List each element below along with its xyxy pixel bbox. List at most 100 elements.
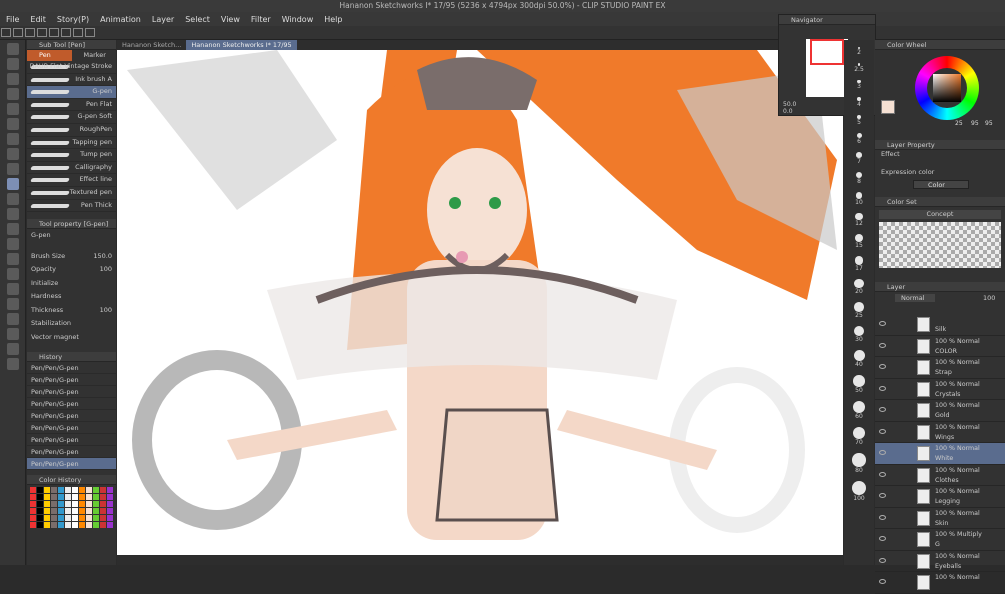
brush-size-option[interactable]: 20 [846,278,872,295]
color-swatch[interactable] [58,514,64,521]
zoom-value[interactable]: 50.0 [783,101,796,108]
property-row[interactable]: Opacity 100 [27,263,116,277]
tool-icon[interactable] [7,178,19,190]
tool-icon[interactable] [7,298,19,310]
color-swatch[interactable] [44,507,50,514]
blend-mode-select[interactable]: Normal [895,294,935,302]
transform-icon[interactable] [73,28,83,37]
history-item[interactable]: Pen/Pen/G-pen [27,398,116,410]
visibility-eye-icon[interactable] [879,385,886,391]
tab-document-2[interactable]: Hananon Sketchworks I* 17/95 [186,40,297,50]
menu-item-view[interactable]: View [221,15,240,24]
color-swatch[interactable] [100,507,106,514]
color-swatch[interactable] [44,500,50,507]
color-swatch[interactable] [72,507,78,514]
color-swatch[interactable] [86,521,92,528]
color-swatch[interactable] [79,493,85,500]
color-swatch[interactable] [86,514,92,521]
color-swatch[interactable] [72,486,78,493]
color-swatch[interactable] [93,493,99,500]
property-row[interactable]: Hardness [27,290,116,304]
color-swatch[interactable] [58,500,64,507]
color-swatch[interactable] [65,521,71,528]
color-set-select[interactable]: Concept [879,210,1001,219]
color-swatch[interactable] [72,514,78,521]
brush-item[interactable]: Pen Flat [27,99,116,112]
property-row[interactable]: Vector magnet [27,330,116,344]
brush-item[interactable]: Tump pen [27,149,116,162]
tool-icon[interactable] [7,133,19,145]
color-set-swatches[interactable] [879,222,1001,268]
opacity-value[interactable]: 100 [983,294,995,302]
property-row[interactable]: Thickness 100 [27,303,116,317]
tool-icon[interactable] [7,253,19,265]
color-swatch[interactable] [107,521,113,528]
layer-row[interactable]: 100 % Normal Gold [875,400,1005,422]
color-swatch[interactable] [100,521,106,528]
color-swatch[interactable] [65,514,71,521]
color-swatch[interactable] [44,514,50,521]
color-swatch[interactable] [93,521,99,528]
tool-icon[interactable] [7,148,19,160]
color-swatch[interactable] [65,486,71,493]
property-row[interactable]: Initialize [27,276,116,290]
color-swatch[interactable] [51,507,57,514]
menu-item-animation[interactable]: Animation [100,15,141,24]
brush-item[interactable]: Textured pen [27,187,116,200]
brush-item[interactable]: Effect line [27,174,116,187]
layer-row[interactable]: 100 % Normal Wings [875,422,1005,443]
color-swatch[interactable] [37,521,43,528]
tool-icon[interactable] [7,58,19,70]
tool-icon[interactable] [7,283,19,295]
color-swatch[interactable] [58,486,64,493]
brush-item[interactable]: Pen Thick [27,200,116,213]
canvas[interactable] [117,50,843,555]
color-swatch[interactable] [30,514,36,521]
history-item[interactable]: Pen/Pen/G-pen [27,386,116,398]
color-swatch[interactable] [58,521,64,528]
tool-icon[interactable] [7,193,19,205]
color-swatch[interactable] [58,493,64,500]
tool-icon[interactable] [7,313,19,325]
visibility-eye-icon[interactable] [879,493,886,498]
layer-row[interactable]: 100 % Normal Clothes [875,465,1005,486]
color-swatch[interactable] [65,493,71,500]
undo-icon[interactable] [37,28,47,37]
save-icon[interactable] [25,28,35,37]
color-wheel[interactable]: 25 95 95 [875,50,1005,128]
brush-size-option[interactable]: 3 [846,79,872,90]
brush-size-option[interactable]: 10 [846,191,872,206]
tool-icon[interactable] [7,88,19,100]
brush-size-option[interactable]: 7 [846,151,872,165]
color-swatch[interactable] [79,514,85,521]
visibility-eye-icon[interactable] [879,579,886,584]
color-swatch[interactable] [65,500,71,507]
tab-marker[interactable]: Marker [72,50,117,61]
color-swatch[interactable] [93,514,99,521]
color-swatch[interactable] [44,486,50,493]
color-swatch[interactable] [51,521,57,528]
expression-select[interactable]: Color [913,180,969,189]
brush-item[interactable]: G-pen [27,86,116,99]
layer-row[interactable]: 100 % Normal Crystals [875,379,1005,400]
brush-size-option[interactable]: 6 [846,132,872,145]
layer-row[interactable]: 100 % Normal [875,572,1005,594]
menu-item-select[interactable]: Select [185,15,210,24]
history-item[interactable]: Pen/Pen/G-pen [27,446,116,458]
tool-icon[interactable] [7,208,19,220]
brush-size-option[interactable]: 4 [846,96,872,108]
tool-icon[interactable] [7,328,19,340]
tool-icon[interactable] [7,343,19,355]
snap-icon[interactable] [85,28,95,37]
brush-item[interactable]: RoughPen [27,124,116,137]
tool-icon[interactable] [7,43,19,55]
color-swatch[interactable] [100,500,106,507]
menu-item-window[interactable]: Window [282,15,314,24]
color-swatch[interactable] [79,507,85,514]
open-icon[interactable] [13,28,23,37]
clear-icon[interactable] [61,28,71,37]
history-item[interactable]: Pen/Pen/G-pen [27,422,116,434]
angle-value[interactable]: 0.0 [783,108,793,115]
menu-item-file[interactable]: File [6,15,19,24]
color-swatch[interactable] [72,493,78,500]
